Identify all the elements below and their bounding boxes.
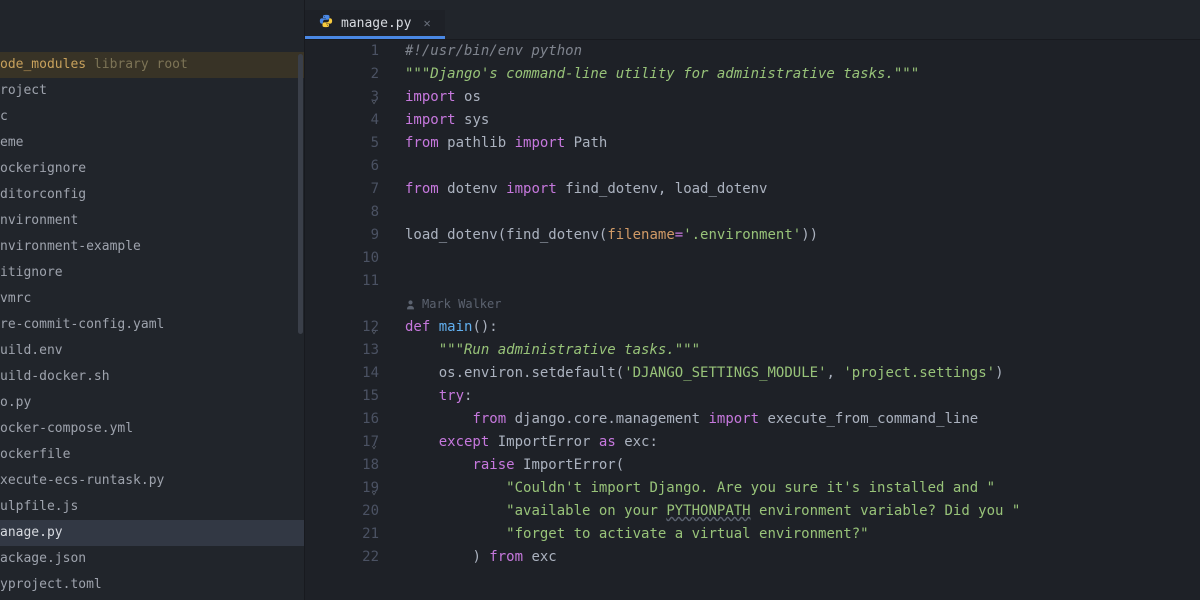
- file-item[interactable]: ode_modules library root: [0, 52, 304, 78]
- file-item[interactable]: c: [0, 104, 304, 130]
- file-item[interactable]: ockerignore: [0, 156, 304, 182]
- code-line[interactable]: "forget to activate a virtual environmen…: [405, 523, 1200, 546]
- code-line[interactable]: def main():: [405, 316, 1200, 339]
- code-line[interactable]: raise ImportError(: [405, 454, 1200, 477]
- file-item[interactable]: nvironment: [0, 208, 304, 234]
- code-line[interactable]: [405, 270, 1200, 293]
- code-annotation: Mark Walker: [405, 293, 1200, 316]
- line-gutter: 123⌄456789101112⌄1314151617⌄1819⌄202122: [305, 40, 397, 600]
- code-line[interactable]: """Run administrative tasks.""": [405, 339, 1200, 362]
- file-item[interactable]: xecute-ecs-runtask.py: [0, 468, 304, 494]
- file-item[interactable]: ackage.json: [0, 546, 304, 572]
- file-item[interactable]: re-commit-config.yaml: [0, 312, 304, 338]
- code-line[interactable]: "Couldn't import Django. Are you sure it…: [405, 477, 1200, 500]
- file-item[interactable]: nvironment-example: [0, 234, 304, 260]
- code-line[interactable]: load_dotenv(find_dotenv(filename='.envir…: [405, 224, 1200, 247]
- file-item[interactable]: ocker-compose.yml: [0, 416, 304, 442]
- file-item[interactable]: itignore: [0, 260, 304, 286]
- code-line[interactable]: [405, 247, 1200, 270]
- sidebar-scrollbar[interactable]: [298, 54, 303, 334]
- code-line[interactable]: import sys: [405, 109, 1200, 132]
- file-item[interactable]: eme: [0, 130, 304, 156]
- code-line[interactable]: from pathlib import Path: [405, 132, 1200, 155]
- tab-manage-py[interactable]: manage.py ✕: [305, 10, 445, 39]
- tab-bar: manage.py ✕: [305, 0, 1200, 40]
- code-line[interactable]: #!/usr/bin/env python: [405, 40, 1200, 63]
- file-item[interactable]: vmrc: [0, 286, 304, 312]
- code-line[interactable]: [405, 201, 1200, 224]
- file-tree: ode_modules library rootrojectcemeockeri…: [0, 52, 304, 598]
- file-item[interactable]: yproject.toml: [0, 572, 304, 598]
- file-item[interactable]: o.py: [0, 390, 304, 416]
- code-line[interactable]: [405, 155, 1200, 178]
- file-item[interactable]: anage.py: [0, 520, 304, 546]
- code-line[interactable]: try:: [405, 385, 1200, 408]
- python-icon: [319, 14, 333, 32]
- code-line[interactable]: from django.core.management import execu…: [405, 408, 1200, 431]
- file-item[interactable]: ulpfile.js: [0, 494, 304, 520]
- code-content[interactable]: #!/usr/bin/env python"""Django's command…: [397, 40, 1200, 600]
- file-explorer: ode_modules library rootrojectcemeockeri…: [0, 0, 305, 600]
- file-item[interactable]: ditorconfig: [0, 182, 304, 208]
- code-line[interactable]: except ImportError as exc:: [405, 431, 1200, 454]
- file-item[interactable]: uild-docker.sh: [0, 364, 304, 390]
- editor-area: manage.py ✕ 123⌄456789101112⌄1314151617⌄…: [305, 0, 1200, 600]
- tab-label: manage.py: [341, 16, 411, 31]
- code-line[interactable]: import os: [405, 86, 1200, 109]
- code-line[interactable]: "available on your PYTHONPATH environmen…: [405, 500, 1200, 523]
- code-line[interactable]: os.environ.setdefault('DJANGO_SETTINGS_M…: [405, 362, 1200, 385]
- code-line[interactable]: from dotenv import find_dotenv, load_dot…: [405, 178, 1200, 201]
- file-item[interactable]: roject: [0, 78, 304, 104]
- code-line[interactable]: ) from exc: [405, 546, 1200, 569]
- file-item[interactable]: ockerfile: [0, 442, 304, 468]
- code-editor[interactable]: 123⌄456789101112⌄1314151617⌄1819⌄202122 …: [305, 40, 1200, 600]
- code-line[interactable]: """Django's command-line utility for adm…: [405, 63, 1200, 86]
- close-icon[interactable]: ✕: [423, 16, 430, 30]
- file-item[interactable]: uild.env: [0, 338, 304, 364]
